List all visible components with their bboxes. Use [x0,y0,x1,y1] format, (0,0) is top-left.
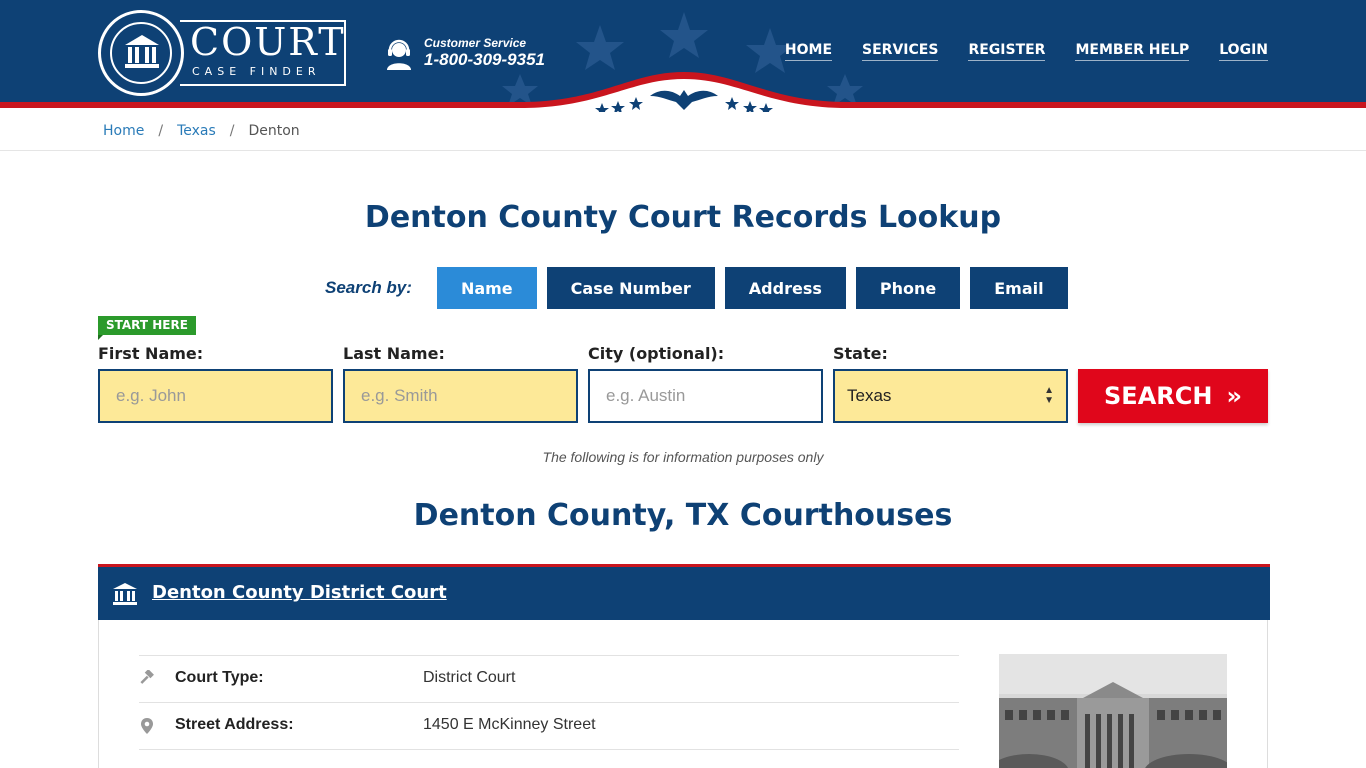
nav-services[interactable]: SERVICES [862,42,939,61]
first-name-label: First Name: [98,344,204,363]
court-info-row: Street Address: 1450 E McKinney Street [139,702,959,749]
site-logo[interactable]: COURT CASE FINDER [98,10,348,96]
logo-subtext: CASE FINDER [192,65,321,78]
site-header: COURT CASE FINDER Customer Service 1-800… [0,0,1366,112]
breadcrumb-texas[interactable]: Texas [177,123,216,139]
search-by-label: Search by: [325,278,412,297]
breadcrumb: Home / Texas / Denton [0,112,1366,151]
state-select[interactable]: Texas ▲ ▼ [833,369,1068,423]
breadcrumb-separator: / [229,123,235,139]
court-name-link[interactable]: Denton County District Court [152,582,447,603]
tab-address[interactable]: Address [724,267,846,309]
search-button-label: SEARCH [1104,382,1213,410]
nav-login[interactable]: LOGIN [1219,42,1268,61]
select-arrows-icon: ▲ ▼ [1044,385,1054,406]
court-card: Denton County District Court Court Type:… [98,564,1270,768]
search-button[interactable]: SEARCH » [1078,369,1268,423]
street-address-label: Street Address: [175,716,294,733]
state-label: State: [833,344,888,363]
state-select-value: Texas [847,386,892,405]
court-type-label: Court Type: [175,669,264,686]
breadcrumb-current: Denton [248,123,300,139]
logo-seal [98,10,184,96]
courthouse-icon [113,583,137,605]
tab-phone[interactable]: Phone [855,267,961,309]
court-card-header: Denton County District Court [98,564,1270,620]
court-info-row: Court Type: District Court [139,655,959,702]
main-nav: HOME SERVICES REGISTER MEMBER HELP LOGIN [784,42,1268,61]
double-chevron-right-icon: » [1226,382,1242,410]
breadcrumb-home[interactable]: Home [103,123,144,139]
breadcrumb-separator: / [158,123,164,139]
city-input[interactable]: e.g. Austin [588,369,823,423]
tab-case-number[interactable]: Case Number [546,267,715,309]
courthouse-photo [999,654,1227,768]
street-address-value: 1450 E McKinney Street [423,716,596,733]
page-title: Denton County Court Records Lookup [364,200,1002,235]
tab-email[interactable]: Email [970,267,1068,309]
gavel-icon [140,670,154,684]
search-type-tabs: Search by: Name Case Number Address Phon… [325,267,1078,309]
customer-service-phone[interactable]: 1-800-309-9351 [424,50,545,70]
last-name-input[interactable]: e.g. Smith [343,369,578,423]
headset-icon [387,39,411,70]
nav-home[interactable]: HOME [784,42,833,61]
first-name-input[interactable]: e.g. John [98,369,333,423]
nav-register[interactable]: REGISTER [968,42,1046,61]
courthouses-title: Denton County, TX Courthouses [413,498,953,533]
court-info-row [139,749,959,768]
city-label: City (optional): [588,344,725,363]
logo-court-text: COURT [190,20,346,64]
tab-name[interactable]: Name [436,267,537,309]
start-here-badge: START HERE [98,316,196,340]
map-pin-icon [141,718,153,734]
nav-member-help[interactable]: MEMBER HELP [1075,42,1190,61]
last-name-label: Last Name: [343,344,445,363]
info-note: The following is for information purpose… [542,449,824,465]
court-type-value: District Court [423,669,516,686]
courthouse-icon [125,35,159,68]
customer-service-label: Customer Service [424,36,527,50]
